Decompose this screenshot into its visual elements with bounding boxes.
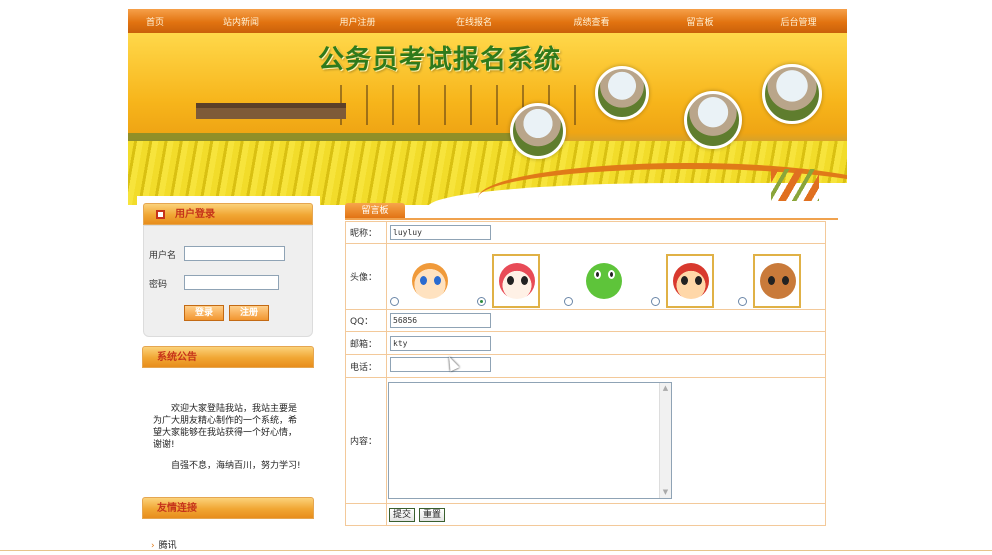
frog-avatar-icon <box>579 253 627 308</box>
scroll-down-icon[interactable]: ▼ <box>661 488 670 497</box>
tab-guestbook[interactable]: 留言板 <box>345 203 405 219</box>
phone-input[interactable] <box>390 357 491 372</box>
banner-stripes <box>771 169 819 201</box>
header-banner: 公务员考试报名系统 <box>128 33 847 205</box>
avatar-option-3[interactable] <box>564 253 647 308</box>
nickname-label: 昵称： <box>345 221 387 244</box>
banner-farmhouse <box>196 103 346 119</box>
square-bullet-icon <box>156 210 165 219</box>
register-button[interactable]: 注册 <box>229 305 269 321</box>
email-label: 邮箱： <box>345 331 387 355</box>
password-label: 密码 <box>149 280 168 290</box>
avatar-picker <box>387 246 825 308</box>
login-title: 用户登录 <box>175 209 215 220</box>
page-bottom-border <box>0 550 992 551</box>
banner-photo-3 <box>684 91 742 149</box>
submit-button[interactable]: 提交 <box>389 507 416 522</box>
qq-label: QQ： <box>345 309 387 332</box>
nav-scores[interactable]: 成绩查看 <box>533 15 650 28</box>
nav-guestbook[interactable]: 留言板 <box>650 15 750 28</box>
avatar-label: 头像： <box>345 243 387 310</box>
username-input[interactable] <box>184 246 285 261</box>
red-hood-girl-avatar-icon <box>492 253 540 308</box>
email-input[interactable]: kty <box>390 335 491 351</box>
bear-avatar-icon <box>753 253 801 308</box>
avatar-radio-2[interactable] <box>477 296 486 306</box>
nav-admin[interactable]: 后台管理 <box>750 15 847 28</box>
content-textarea[interactable]: ▲ ▼ <box>388 382 672 499</box>
avatar-option-1[interactable] <box>390 253 473 308</box>
password-input[interactable] <box>184 275 279 290</box>
guestbook-form: 昵称： luyluy 头像： QQ： 56856 邮箱： kty 电话： 内容：… <box>345 221 826 526</box>
nav-signup[interactable]: 在线报名 <box>415 15 533 28</box>
qq-input[interactable]: 56856 <box>390 313 491 328</box>
reset-button[interactable]: 重置 <box>419 507 446 522</box>
banner-photo-1 <box>510 103 566 159</box>
cartoon-kid-avatar-icon <box>666 253 714 308</box>
login-panel-header: 用户登录 <box>143 203 313 225</box>
avatar-option-2[interactable] <box>477 253 560 308</box>
friend-links-header: 友情连接 <box>142 497 314 519</box>
username-label: 用户名 <box>149 251 177 261</box>
site-title: 公务员考试报名系统 <box>318 45 562 75</box>
notice-header: 系统公告 <box>142 346 314 368</box>
avatar-option-5[interactable] <box>738 253 821 308</box>
avatar-radio-4[interactable] <box>651 296 660 306</box>
notice-paragraph-2: 自强不息，海纳百川，努力学习! <box>171 461 301 471</box>
page: 首页 站内新闻 用户注册 在线报名 成绩查看 留言板 后台管理 公务员考试报名系… <box>0 0 992 555</box>
nickname-input[interactable]: luyluy <box>390 225 491 240</box>
tab-underline <box>345 218 838 220</box>
nav-register[interactable]: 用户注册 <box>300 15 415 28</box>
avatar-radio-3[interactable] <box>564 296 573 306</box>
scroll-up-icon[interactable]: ▲ <box>661 384 670 393</box>
avatar-radio-1[interactable] <box>390 296 399 306</box>
avatar-radio-5[interactable] <box>738 296 747 306</box>
content-label: 内容： <box>345 377 387 504</box>
top-navigation: 首页 站内新闻 用户注册 在线报名 成绩查看 留言板 后台管理 <box>128 9 847 33</box>
textarea-scrollbar[interactable]: ▲ ▼ <box>659 383 671 498</box>
avatar-option-4[interactable] <box>651 253 734 308</box>
banner-photo-2 <box>595 66 649 120</box>
login-button[interactable]: 登录 <box>184 305 224 321</box>
anime-girl-avatar-icon <box>405 253 453 308</box>
left-sidebar: 用户登录 用户名 密码 登录 注册 系统公告 欢迎大家登陆我站，我站主要是为广大… <box>137 196 320 555</box>
buttons-spacer <box>345 503 387 526</box>
banner-photo-4 <box>762 64 822 124</box>
nav-home[interactable]: 首页 <box>128 15 182 28</box>
login-panel: 用户名 密码 登录 注册 <box>143 225 313 337</box>
phone-label: 电话： <box>345 354 387 378</box>
nav-news[interactable]: 站内新闻 <box>182 15 300 28</box>
notice-paragraph-1: 欢迎大家登陆我站，我站主要是为广大朋友精心制作的一个系统，希望大家能够在我站获得… <box>153 404 298 450</box>
